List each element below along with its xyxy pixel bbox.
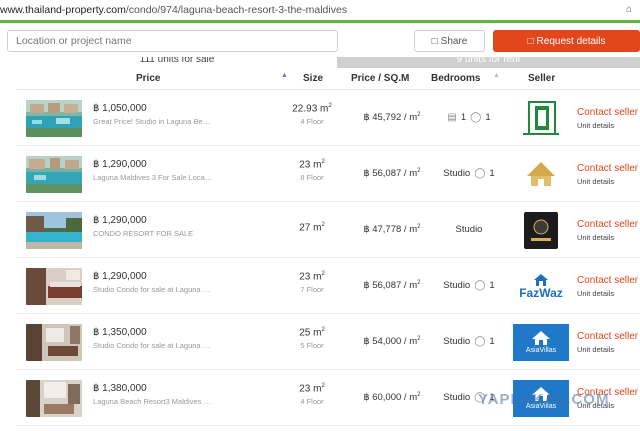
table-row[interactable]: ฿ 1,290,000 CONDO RESORT FOR SALE 27 m2 …	[17, 202, 640, 258]
listing-price: ฿ 1,290,000	[93, 271, 147, 282]
request-details-label: Request details	[536, 35, 606, 47]
url-domain: www.thailand-property.com	[0, 4, 126, 16]
table-row[interactable]: ฿ 1,290,000 Laguna Maldives 3 For Sale L…	[17, 146, 640, 202]
table-row[interactable]: ฿ 1,350,000 Studio Condo for sale at Lag…	[17, 314, 640, 370]
listing-title[interactable]: Studio Condo for sale at Laguna B...	[93, 341, 213, 350]
bath-icon: ◯	[474, 168, 486, 179]
bed-icon: ▤	[447, 112, 457, 123]
sort-icon[interactable]: ▲	[493, 72, 500, 79]
listing-size: 25 m2	[299, 327, 325, 339]
listing-photo[interactable]	[26, 268, 82, 305]
seller-logo[interactable]	[513, 100, 569, 137]
request-details-button[interactable]: □ Request details	[493, 30, 640, 52]
table-row[interactable]: ฿ 1,050,000 Great Price! Studio in Lagun…	[17, 90, 640, 146]
address-bar[interactable]: www.thailand-property.com/condo/974/lagu…	[0, 0, 640, 20]
share-button[interactable]: □ Share	[414, 30, 485, 52]
listing-rooms: ▤ 1 ◯ 1	[447, 112, 491, 123]
header-price-per-sqm[interactable]: Price / SQ.M	[351, 73, 409, 84]
unit-details-link[interactable]: Unit details	[577, 177, 614, 186]
listing-title[interactable]: Studio Condo for sale at Laguna B...	[93, 285, 213, 294]
listing-price: ฿ 1,290,000	[93, 215, 147, 226]
listing-tabs: 111 units for sale 9 units for rent	[17, 57, 640, 68]
listing-photo[interactable]	[26, 156, 82, 193]
contact-seller-link[interactable]: Contact seller	[577, 275, 638, 286]
unit-details-link[interactable]: Unit details	[577, 233, 614, 242]
seller-logo[interactable]: AsiaVillas	[513, 324, 569, 361]
header-bedrooms[interactable]: Bedrooms	[431, 73, 480, 84]
listing-photo[interactable]	[26, 324, 82, 361]
bath-icon: ◯	[474, 336, 486, 347]
watermark-text: YAPLAKAL.COM	[478, 391, 610, 408]
listing-size: 23 m2	[299, 383, 325, 395]
listing-size: 23 m2	[299, 271, 325, 283]
listing-price: ฿ 1,380,000	[93, 383, 147, 394]
header-price[interactable]: Price	[136, 73, 160, 84]
share-icon: □	[431, 35, 438, 47]
listing-price: ฿ 1,350,000	[93, 327, 147, 338]
table-header: Price ▲ Size Price / SQ.M Bedrooms ▲ Sel…	[17, 68, 640, 90]
listing-photo[interactable]	[26, 380, 82, 417]
listing-rooms: Studio ◯ 1	[443, 168, 495, 179]
seller-logo[interactable]: FazWaz	[513, 268, 569, 305]
search-input[interactable]	[7, 30, 338, 52]
asiavillas-logo-text: AsiaVillas	[525, 346, 557, 354]
tab-for-sale[interactable]: 111 units for sale	[17, 57, 337, 68]
listing-rooms: Studio ◯ 1	[443, 336, 495, 347]
share-button-label: Share	[440, 35, 468, 47]
listing-size: 22.93 m2	[292, 103, 332, 115]
listing-floor: 7 Floor	[300, 285, 324, 294]
listing-price: ฿ 1,050,000	[93, 103, 147, 114]
listing-size: 27 m2	[299, 222, 325, 234]
listing-floor: 8 Floor	[300, 173, 324, 182]
listing-floor: 4 Floor	[300, 117, 324, 126]
listing-photo[interactable]	[26, 212, 82, 249]
contact-seller-link[interactable]: Contact seller	[577, 331, 638, 342]
listing-rooms: Studio	[455, 224, 483, 235]
contact-seller-link[interactable]: Contact seller	[577, 107, 638, 118]
listing-photo[interactable]	[26, 100, 82, 137]
listing-title[interactable]: CONDO RESORT FOR SALE	[93, 229, 213, 238]
bookmark-icon[interactable]: ⌂	[626, 4, 632, 15]
contact-seller-link[interactable]: Contact seller	[577, 219, 638, 230]
listing-title[interactable]: Great Price! Studio in Laguna Bea...	[93, 117, 213, 126]
listing-price: ฿ 1,290,000	[93, 159, 147, 170]
listing-floor: 4 Floor	[300, 397, 324, 406]
listing-title[interactable]: Laguna Beach Resort3 Maldives S...	[93, 397, 213, 406]
seller-logo[interactable]	[513, 212, 569, 249]
listing-rooms: Studio ◯ 1	[443, 280, 495, 291]
tab-for-rent[interactable]: 9 units for rent	[337, 57, 640, 68]
listing-floor: 5 Floor	[300, 341, 324, 350]
envelope-icon: □	[527, 35, 534, 47]
unit-details-link[interactable]: Unit details	[577, 289, 614, 298]
unit-details-link[interactable]: Unit details	[577, 345, 614, 354]
seller-logo[interactable]	[513, 156, 569, 193]
header-size[interactable]: Size	[303, 73, 323, 84]
table-row[interactable]: ฿ 1,290,000 Studio Condo for sale at Lag…	[17, 258, 640, 314]
unit-details-link[interactable]: Unit details	[577, 121, 614, 130]
listing-title[interactable]: Laguna Maldives 3 For Sale Locati...	[93, 173, 213, 182]
top-action-bar: □ Share □ Request details	[0, 23, 640, 57]
contact-seller-link[interactable]: Contact seller	[577, 163, 638, 174]
fazwaz-logo-text: FazWaz	[519, 286, 563, 300]
sort-asc-icon[interactable]: ▲	[281, 72, 288, 79]
header-seller: Seller	[528, 73, 556, 84]
listing-size: 23 m2	[299, 159, 325, 171]
bath-icon: ◯	[474, 280, 486, 291]
bath-icon: ◯	[470, 112, 482, 123]
url-path: /condo/974/laguna-beach-resort-3-the-mal…	[125, 4, 348, 16]
